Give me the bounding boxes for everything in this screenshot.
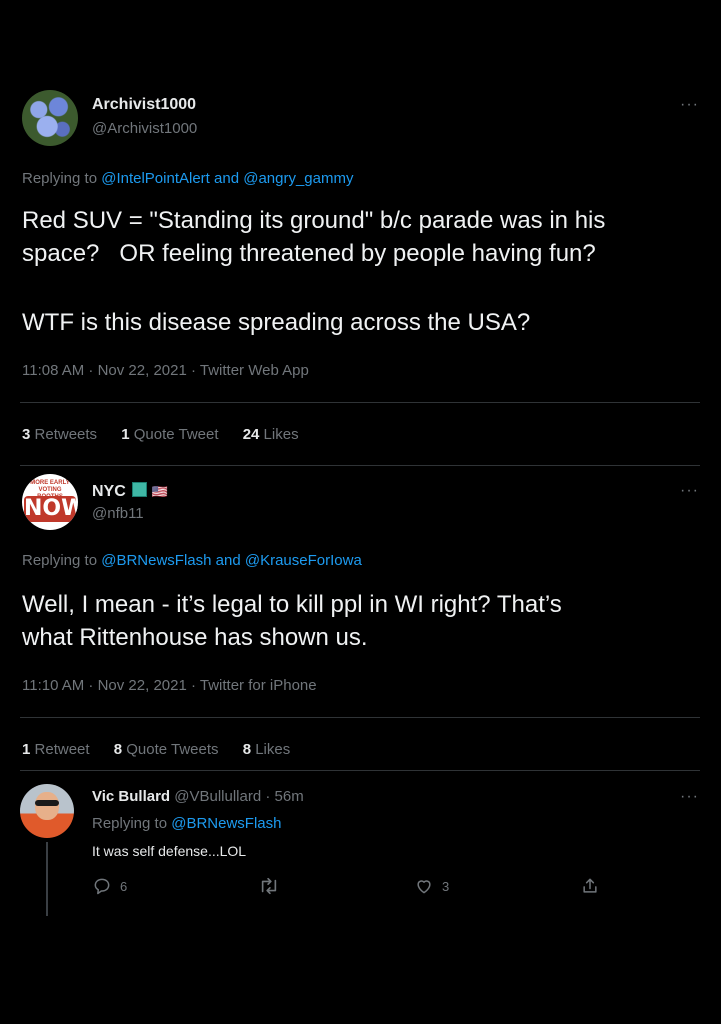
tweet-text-line: Well, I mean - it’s legal to kill ppl in… bbox=[22, 591, 562, 618]
likes-count: 24 bbox=[242, 426, 260, 443]
replying-to: Replying to @BRNewsFlash bbox=[92, 815, 281, 832]
display-name[interactable]: Vic Bullard bbox=[92, 788, 170, 805]
flag-emoji: 🇺🇸 bbox=[151, 484, 168, 499]
quotes-stat[interactable]: 1 Quote Tweet bbox=[121, 426, 218, 443]
like-count: 3 bbox=[442, 878, 450, 894]
tweet-text-line: WTF is this disease spreading across the… bbox=[22, 309, 531, 336]
quotes-stat[interactable]: 8 Quote Tweets bbox=[114, 741, 219, 758]
timestamp[interactable]: 11:08 AM · Nov 22, 2021 · Twitter Web Ap… bbox=[22, 362, 309, 379]
like-action[interactable]: 3 bbox=[414, 876, 449, 896]
share-icon bbox=[583, 878, 597, 893]
avatar-archivist[interactable] bbox=[22, 90, 78, 146]
handle[interactable]: @Archivist1000 bbox=[92, 120, 197, 137]
display-name[interactable]: Archivist1000 bbox=[92, 96, 196, 114]
replying-to: Replying to @IntelPointAlert and @angry_… bbox=[22, 170, 354, 187]
quotes-count: 8 bbox=[113, 741, 123, 758]
tweet-text: Well, I mean - it’s legal to kill ppl in… bbox=[22, 588, 562, 654]
thread-line bbox=[46, 842, 48, 916]
reply-icon bbox=[94, 878, 110, 895]
quotes-count: 1 bbox=[121, 426, 130, 443]
sunglasses-icon bbox=[35, 800, 59, 806]
reply-action[interactable]: 6 bbox=[92, 876, 127, 896]
retweets-count: 3 bbox=[22, 426, 31, 443]
retweets-label: Retweets bbox=[34, 426, 98, 443]
retweets-stat[interactable]: 3 Retweets bbox=[22, 426, 97, 443]
tweet-text: Red SUV = "Standing its ground" b/c para… bbox=[22, 204, 605, 270]
reply-and: and bbox=[215, 552, 241, 569]
more-options-icon[interactable]: ··· bbox=[680, 482, 699, 500]
avatar-badge-text: NOW bbox=[24, 496, 78, 521]
handle[interactable]: @nfb11 bbox=[92, 505, 144, 522]
cube-emoji-icon bbox=[132, 482, 148, 497]
engagement-stats: 3 Retweets 1 Quote Tweet 24 Likes bbox=[22, 426, 299, 443]
reply-mention-link[interactable]: @angry_gammy bbox=[243, 170, 353, 187]
replying-prefix: Replying to bbox=[92, 815, 168, 832]
display-name[interactable]: NYC bbox=[92, 483, 126, 500]
more-options-icon[interactable]: ··· bbox=[680, 96, 699, 114]
avatar-face bbox=[35, 792, 59, 820]
retweets-stat[interactable]: 1 Retweet bbox=[22, 741, 90, 758]
heart-icon bbox=[417, 880, 431, 894]
divider bbox=[20, 402, 700, 403]
avatar-nyc[interactable]: MORE EARLY VOTING BOOTHS NOW bbox=[22, 474, 78, 530]
more-options-icon[interactable]: ··· bbox=[680, 788, 699, 806]
handle-time[interactable]: @VBullullard · 56m bbox=[174, 788, 303, 805]
name-row: Vic Bullard @VBullullard · 56m bbox=[92, 788, 304, 805]
quotes-label: Quote Tweet bbox=[133, 426, 219, 443]
avatar-vic-bullard[interactable] bbox=[20, 784, 74, 838]
likes-stat[interactable]: 8 Likes bbox=[243, 741, 291, 758]
reply-text: It was self defense...LOL bbox=[92, 843, 247, 859]
retweet-icon bbox=[261, 877, 277, 895]
replying-prefix: Replying to bbox=[22, 170, 98, 187]
engagement-stats: 1 Retweet 8 Quote Tweets 8 Likes bbox=[22, 741, 290, 758]
likes-count: 8 bbox=[242, 741, 252, 758]
avatar-badge-main: NOW bbox=[24, 496, 78, 522]
timestamp[interactable]: 11:10 AM · Nov 22, 2021 · Twitter for iP… bbox=[22, 677, 317, 694]
reply-mention-link[interactable]: @KrauseForIowa bbox=[245, 552, 362, 569]
share-action[interactable] bbox=[580, 876, 600, 896]
reply-mention-link[interactable]: @BRNewsFlash bbox=[171, 815, 281, 832]
retweets-label: Retweet bbox=[34, 741, 90, 758]
replying-to: Replying to @BRNewsFlash and @KrauseForI… bbox=[22, 552, 362, 569]
tweet-text-line: Red SUV = "Standing its ground" b/c para… bbox=[22, 207, 606, 234]
tweet-text-line: space? OR feeling threatened by people h… bbox=[22, 240, 596, 267]
quotes-label: Quote Tweets bbox=[126, 741, 219, 758]
likes-label: Likes bbox=[255, 741, 291, 758]
reply-mention-link[interactable]: @BRNewsFlash bbox=[101, 552, 211, 569]
replying-prefix: Replying to bbox=[22, 552, 98, 569]
reply-mention-link[interactable]: @IntelPointAlert bbox=[101, 170, 210, 187]
likes-label: Likes bbox=[263, 426, 299, 443]
name-row: NYC 🇺🇸 bbox=[92, 482, 168, 501]
likes-stat[interactable]: 24 Likes bbox=[243, 426, 299, 443]
divider bbox=[20, 770, 700, 771]
retweets-count: 1 bbox=[22, 741, 31, 758]
divider bbox=[20, 465, 700, 466]
reply-and: and bbox=[214, 170, 240, 187]
tweet-text-line: what Rittenhouse has shown us. bbox=[22, 624, 368, 651]
retweet-action[interactable] bbox=[258, 876, 280, 896]
reply-count: 6 bbox=[120, 878, 128, 894]
divider bbox=[20, 717, 700, 718]
